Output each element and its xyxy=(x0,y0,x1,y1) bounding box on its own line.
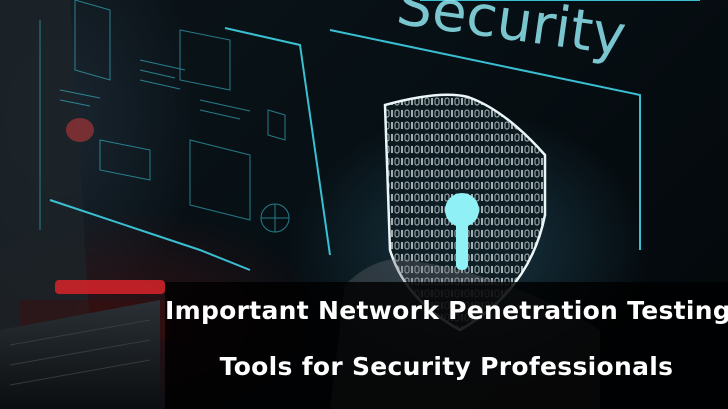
hero-image: Security Important Network Penetration T… xyxy=(0,0,728,409)
title-line-1: Important Network Penetration Testing xyxy=(165,296,728,325)
security-screen-text: Security xyxy=(393,0,630,69)
title-caption: Important Network Penetration Testing To… xyxy=(165,282,728,409)
title-line-2: Tools for Security Professionals xyxy=(219,352,674,381)
